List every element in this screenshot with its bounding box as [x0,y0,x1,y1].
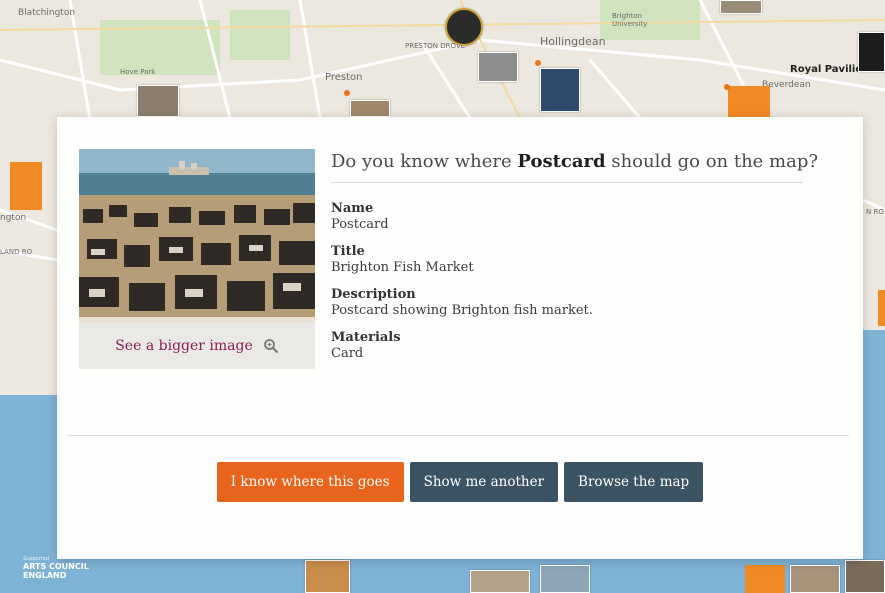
arts-council-logo: Supported ARTS COUNCIL ENGLAND [23,556,89,580]
field-label: Title [331,244,365,259]
map-label-n-road: N RO [866,208,884,216]
see-bigger-image-label: See a bigger image [115,338,253,354]
map-label-land-road: LAND RO [0,248,33,256]
map-item-thumbnail[interactable] [305,560,350,593]
field-description: Description Postcard showing Brighton fi… [331,287,791,319]
dialog-divider [67,435,849,436]
field-value: Brighton Fish Market [331,260,474,275]
field-title: Title Brighton Fish Market [331,244,791,276]
question-object-name: Postcard [517,151,606,172]
field-materials: Materials Card [331,330,791,362]
question-prefix: Do you know where [331,151,518,172]
field-label: Description [331,287,416,302]
postcard-illustration [79,149,315,323]
field-value: Card [331,346,364,361]
question-suffix: should go on the map? [605,151,819,172]
map-item-thumbnail[interactable] [350,100,390,117]
item-details: Name Postcard Title Brighton Fish Market… [331,201,791,373]
postcard-image[interactable] [79,149,315,323]
map-cluster-marker[interactable] [745,565,785,593]
map-cluster-marker[interactable] [10,162,42,210]
map-label-blatchington: Blatchington [18,8,76,18]
dialog-actions: I know where this goes Show me another B… [57,462,863,502]
dialog-question: Do you know where Postcard should go on … [331,151,818,183]
show-me-another-button[interactable]: Show me another [409,462,559,502]
see-bigger-image-link[interactable]: See a bigger image [79,323,315,369]
field-label: Materials [331,330,401,345]
map-item-thumbnail[interactable] [790,565,840,593]
map-item-thumbnail[interactable] [540,565,590,593]
map-dot-marker[interactable] [344,90,350,96]
map-item-thumbnail[interactable] [137,85,179,117]
map-cluster-marker[interactable] [878,290,885,326]
map-item-thumbnail[interactable] [720,0,762,14]
map-item-thumbnail[interactable] [445,8,483,46]
map-label-hollingdean: Hollingdean [540,35,606,48]
arts-council-line1: ARTS COUNCIL [23,562,89,571]
magnifier-zoom-icon [263,339,279,354]
map-cluster-marker[interactable] [728,86,770,117]
map-dot-marker[interactable] [535,60,541,66]
arts-council-line2: ENGLAND [23,571,67,580]
map-label-preston: Preston [325,72,363,83]
map-item-thumbnail[interactable] [478,52,518,82]
map-label-hove-park: Hove Park [120,68,156,76]
map-item-thumbnail[interactable] [470,570,530,593]
item-image-card: See a bigger image [79,149,315,369]
field-label: Name [331,201,374,216]
map-item-thumbnail[interactable] [858,32,885,72]
map-item-thumbnail[interactable] [540,68,580,112]
field-name: Name Postcard [331,201,791,233]
supported-by-text: Supported [23,556,50,562]
locate-item-dialog: See a bigger image Do you know where Pos… [57,117,863,559]
field-value: Postcard showing Brighton fish market. [331,303,593,318]
map-item-thumbnail[interactable] [845,560,885,593]
map-label-ngton: ngton [0,213,27,223]
map-label-brighton-university: Brighton University [612,12,648,28]
browse-the-map-button[interactable]: Browse the map [564,462,704,502]
i-know-where-this-goes-button[interactable]: I know where this goes [216,462,404,502]
map-dot-marker[interactable] [724,84,730,90]
field-value: Postcard [331,217,389,232]
